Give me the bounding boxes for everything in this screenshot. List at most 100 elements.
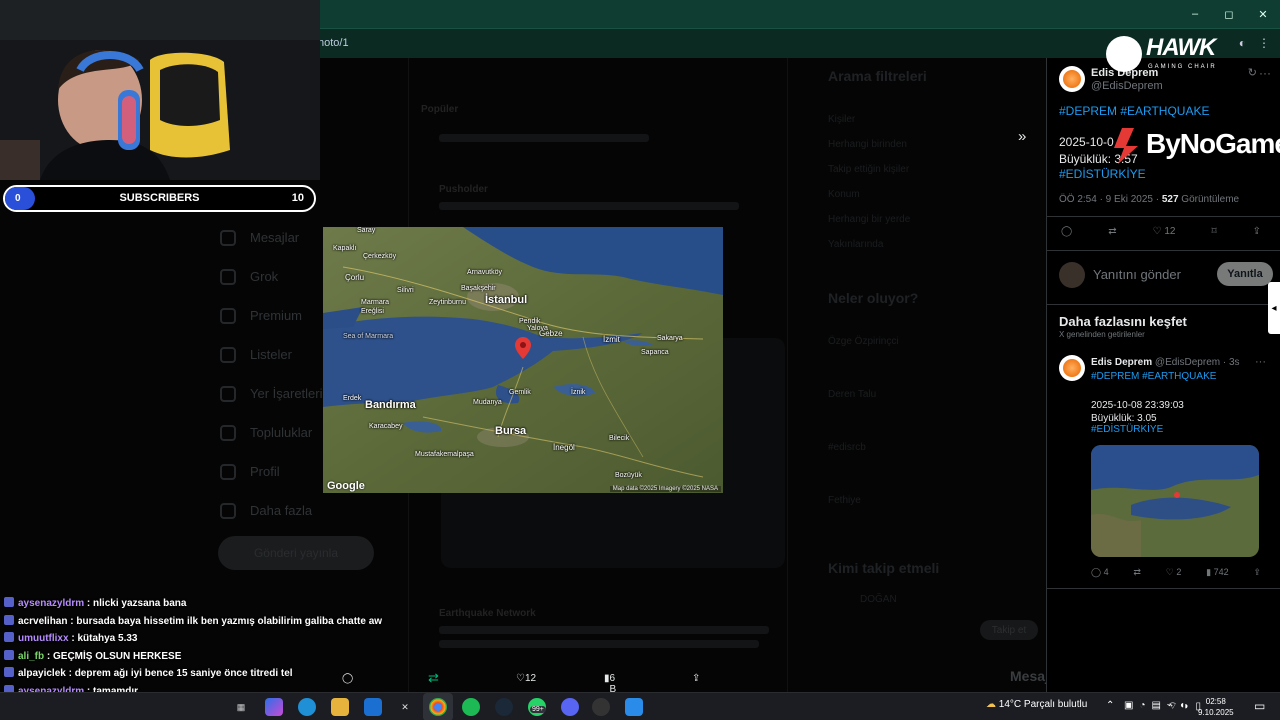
divider <box>1047 304 1280 305</box>
close-button[interactable]: ✕ <box>1246 0 1280 28</box>
reply-button[interactable]: ◯ 4 <box>1091 567 1109 578</box>
map-label-pendik: Pendik <box>519 318 541 325</box>
tweet-hashtags[interactable]: #DEPREM #EARTHQUAKE <box>1059 104 1210 118</box>
reply-icon[interactable]: ◯ <box>1061 226 1072 237</box>
task-view-icon[interactable]: ▦ <box>232 698 250 716</box>
chat-username[interactable]: umuutflixx <box>18 633 69 644</box>
search-filters-panel: Arama filtreleri Kişiler Herhangi birind… <box>828 68 1038 619</box>
retweet-icon[interactable]: ⇄ <box>1108 226 1116 237</box>
maximize-button[interactable]: ◻ <box>1212 0 1246 28</box>
file-explorer-icon[interactable] <box>331 698 349 716</box>
discover-author-name[interactable]: Edis Deprem <box>1091 357 1152 368</box>
discover-tag[interactable]: #EDİSTÜRKİYE <box>1091 424 1163 435</box>
url-text[interactable]: hoto/1 <box>318 37 349 49</box>
discover-hashtags[interactable]: #DEPREM #EARTHQUAKE <box>1091 371 1216 382</box>
chat-badge-icon <box>4 649 14 660</box>
weather-text: 14°C Parçalı bulutlu <box>998 699 1088 710</box>
tweet-tag[interactable]: #EDİSTÜRKİYE <box>1059 167 1146 181</box>
like-button[interactable]: ♡ 2 <box>1166 567 1182 578</box>
whatsapp-badge: 99+ <box>530 706 546 713</box>
notification-icon[interactable]: ▭ <box>1254 699 1265 713</box>
more-options-icon[interactable]: ··· <box>1259 66 1271 80</box>
expand-chevrons-icon[interactable]: » <box>1018 128 1026 145</box>
filter-option[interactable]: Herhangi birinden <box>828 139 1038 150</box>
follow-button[interactable]: Takip et <box>980 620 1038 640</box>
weather-widget[interactable]: ☁ 14°C Parçalı bulutlu <box>986 699 1087 710</box>
messages-drawer-label[interactable]: Mesaj <box>1010 668 1049 684</box>
like-button[interactable]: ♡ 12 <box>1153 226 1176 237</box>
share-icon[interactable]: ⇪ <box>1253 567 1261 578</box>
views-button[interactable]: ▮ 742 <box>1206 567 1228 578</box>
discover-map-image[interactable] <box>1091 445 1259 557</box>
chat-username[interactable]: aysenazyldrm <box>18 598 84 609</box>
avatar <box>1059 262 1085 288</box>
chat-username[interactable]: alpayiclek <box>18 668 66 679</box>
steam-icon[interactable] <box>495 698 513 716</box>
trend-item[interactable]: Özge Özpirinçci <box>828 336 1038 347</box>
system-clock[interactable]: 02:58 9.10.2025 <box>1198 696 1234 718</box>
avatar[interactable] <box>1059 355 1085 381</box>
nav-bookmarks[interactable]: Yer İşaretleri <box>220 374 323 413</box>
menu-dots-icon[interactable]: ⋮ <box>1258 36 1270 50</box>
tweet-time[interactable]: ÖÖ 2:54 · 9 Eki 2025 · <box>1059 194 1162 205</box>
discord-icon[interactable] <box>561 698 579 716</box>
bookmark-icon[interactable]: ⌑ <box>1211 226 1216 237</box>
tweet-actions: ◯ ⇄ ♡ 12 ⌑ ⇪ <box>1061 226 1261 237</box>
chat-username[interactable]: acrvelihan <box>18 616 67 627</box>
feed-tab-popular[interactable]: Popüler <box>421 104 458 115</box>
person-icon <box>220 463 236 480</box>
nav-grok[interactable]: Grok <box>220 257 323 296</box>
filter-option[interactable]: Herhangi bir yerde <box>828 214 1038 225</box>
outlook-icon[interactable] <box>364 698 382 716</box>
snipping-icon[interactable]: ✕ <box>396 698 414 716</box>
avatar[interactable] <box>1059 66 1085 92</box>
profile-avatar-icon[interactable]: ◐ <box>1239 36 1246 50</box>
map-label-bursa: Bursa <box>495 425 527 437</box>
share-icon[interactable]: ⇪ <box>692 673 700 684</box>
retweet-icon[interactable]: ⇄ <box>428 670 439 686</box>
side-panel-toggle-handle[interactable]: ◂ <box>1268 282 1280 334</box>
trend-item[interactable]: #edisrcb <box>828 442 1038 453</box>
copilot-icon[interactable] <box>265 698 283 716</box>
views-button[interactable]: ▮ 6 B <box>604 673 616 695</box>
discover-handle-time[interactable]: @EdisDeprem · 3s <box>1155 357 1240 368</box>
more-options-icon[interactable]: ··· <box>1255 356 1266 368</box>
weather-icon: ☁ <box>986 699 996 710</box>
minimize-button[interactable]: – <box>1178 0 1212 28</box>
reply-count: 4 <box>1103 567 1109 577</box>
map-image-viewer[interactable]: Saray Kapaklı Çerkezköy Çorlu Silivri Ar… <box>323 227 723 493</box>
chrome-icon[interactable] <box>429 698 447 716</box>
reply-input[interactable]: Yanıtını gönder <box>1093 267 1181 282</box>
post-button[interactable]: Gönderi yayınla <box>218 536 374 570</box>
edge-icon[interactable] <box>298 698 316 716</box>
chat-text: : GEÇMİŞ OLSUN HERKESE <box>44 650 182 662</box>
retweet-icon[interactable]: ⇄ <box>1133 567 1141 578</box>
trend-item[interactable]: Fethiye <box>828 495 1038 506</box>
who-to-follow-title: Kimi takip etmeli <box>828 560 940 576</box>
tray-chevron-icon[interactable]: ⌃ <box>1106 700 1114 711</box>
nav-premium[interactable]: Premium <box>220 296 323 335</box>
nav-more[interactable]: Daha fazla <box>220 491 323 530</box>
trend-item[interactable]: Deren Talu <box>828 389 1038 400</box>
filter-option[interactable]: Takip ettiğin kişiler <box>828 164 1038 175</box>
chat-text: : bursada baya hissetim ilk ben yazmış o… <box>67 615 383 627</box>
nav-messages[interactable]: Mesajlar <box>220 218 323 257</box>
chat-username[interactable]: ali_fb <box>18 651 44 662</box>
search-filters-title: Arama filtreleri <box>828 68 927 84</box>
filter-option[interactable]: Yakınlarında <box>828 239 1038 250</box>
like-button[interactable]: ♡ 12 <box>516 673 536 684</box>
map-label-bozuyuk: Bozüyük <box>615 472 642 479</box>
grok-icon[interactable]: ↻ <box>1248 66 1257 79</box>
nav-profile[interactable]: Profil <box>220 452 323 491</box>
share-icon[interactable]: ⇪ <box>1253 226 1261 237</box>
list-icon <box>220 346 236 363</box>
nav-lists[interactable]: Listeler <box>220 335 323 374</box>
nav-communities[interactable]: Topluluklar <box>220 413 323 452</box>
obs-icon[interactable] <box>592 698 610 716</box>
tweet-author-handle[interactable]: @EdisDeprem <box>1091 80 1163 92</box>
app-icon[interactable] <box>625 698 643 716</box>
discover-author-row: Edis Deprem @EdisDeprem · 3s <box>1091 357 1240 368</box>
reply-button[interactable]: Yanıtla <box>1217 262 1273 286</box>
follow-user[interactable]: DOĞAN <box>860 594 1038 605</box>
spotify-icon[interactable] <box>462 698 480 716</box>
